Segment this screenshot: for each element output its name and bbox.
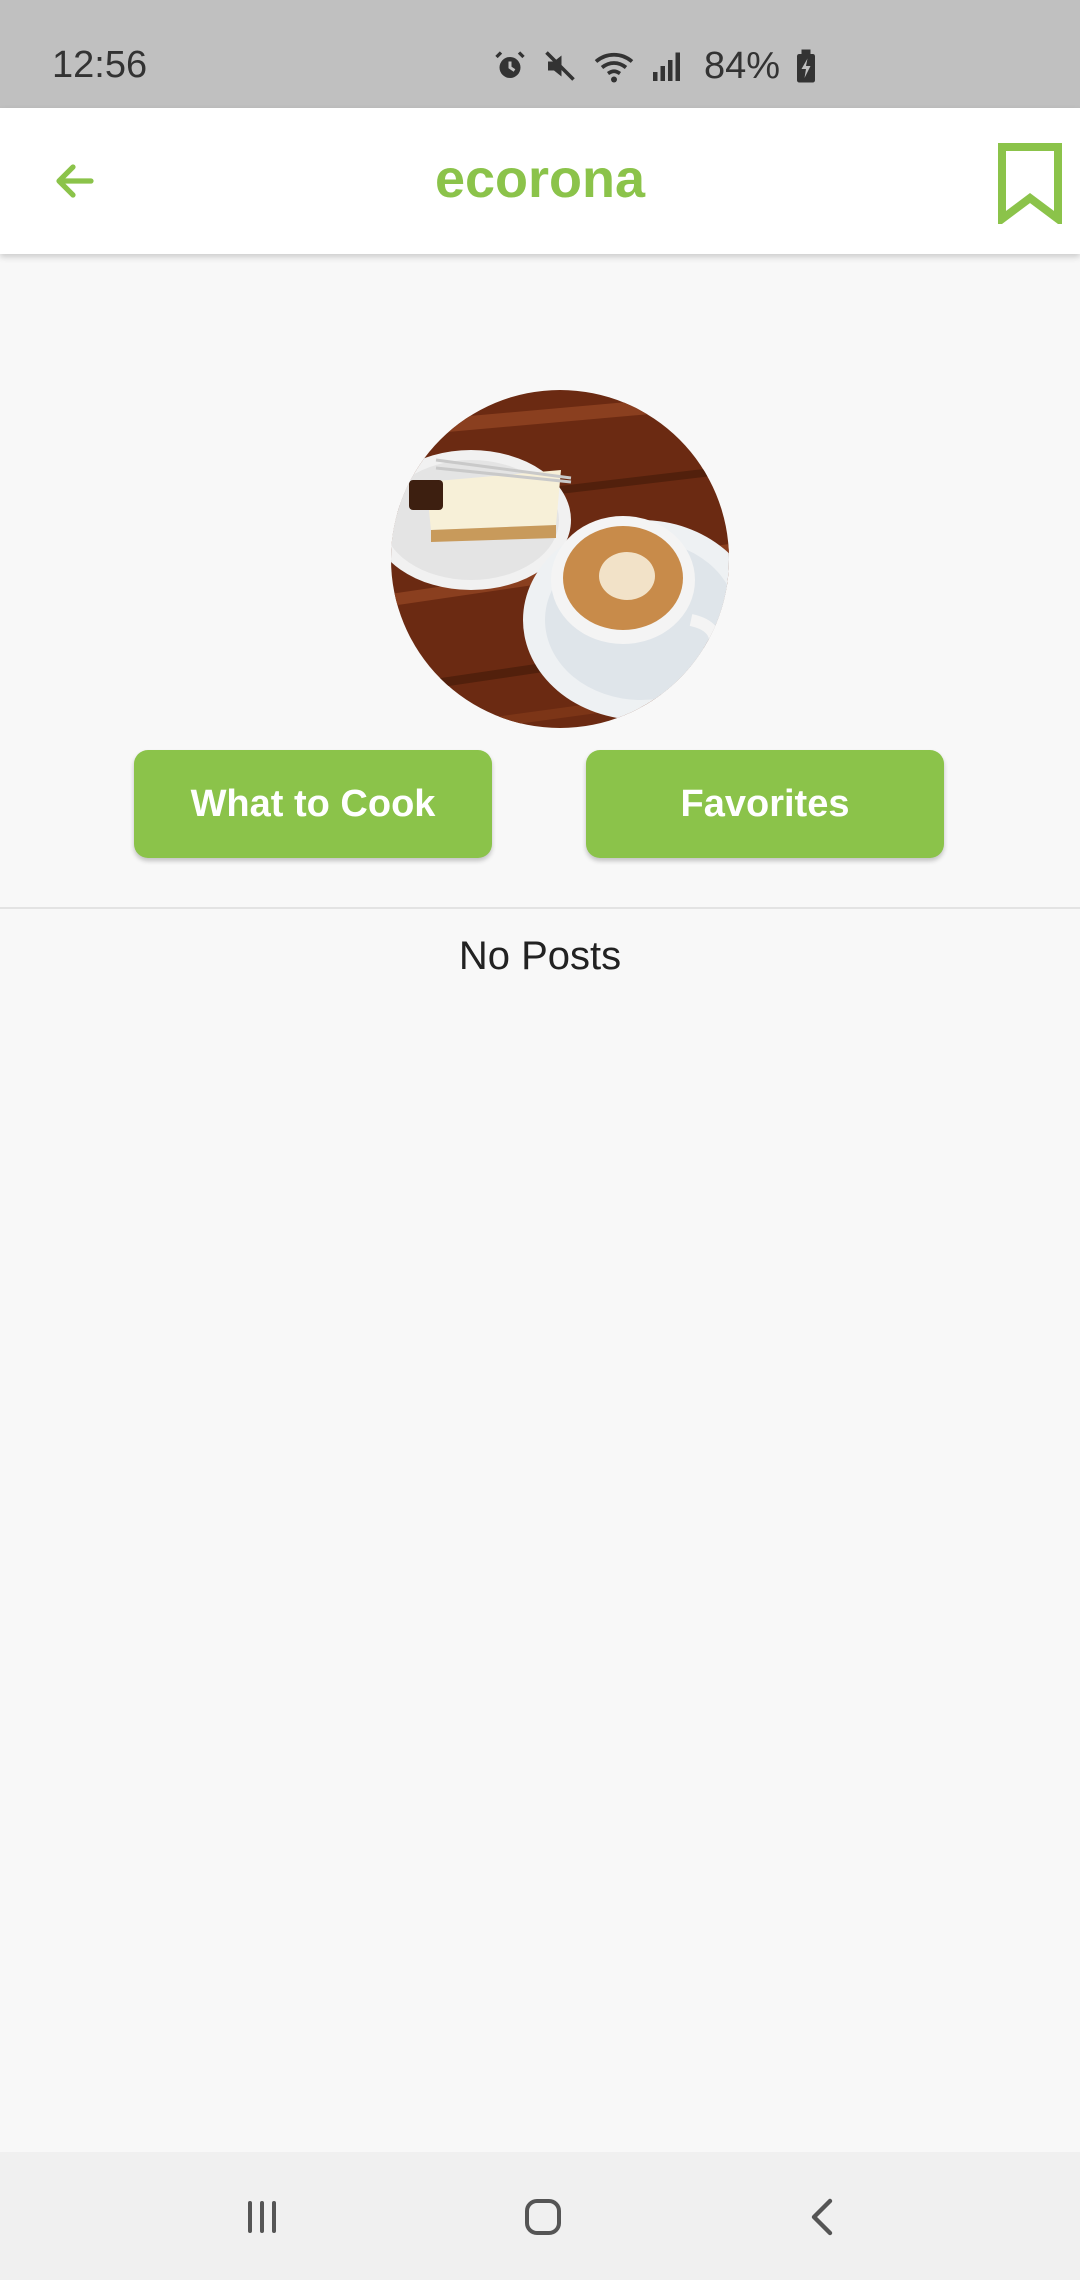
alarm-icon (495, 51, 525, 78)
status-bar: 12:56 84% (0, 0, 1080, 108)
status-icons: 84% (492, 44, 818, 88)
battery-percentage: 84% (704, 44, 781, 87)
recents-button[interactable] (222, 2182, 302, 2252)
divider (0, 907, 1080, 909)
cheesecake-coffee-image (391, 390, 729, 728)
wifi-icon (594, 52, 634, 83)
app-bar: ecorona (0, 108, 1080, 254)
profile-avatar (391, 390, 729, 728)
home-icon (525, 2199, 561, 2235)
what-to-cook-button[interactable]: What to Cook (134, 750, 492, 858)
system-back-button[interactable] (784, 2182, 864, 2252)
bookmark-icon (998, 143, 1062, 224)
favorites-button[interactable]: Favorites (586, 750, 944, 858)
mute-icon (545, 51, 575, 81)
signal-icon (653, 52, 680, 81)
bookmark-button[interactable] (990, 138, 1070, 228)
empty-posts-message: No Posts (458, 934, 622, 978)
system-nav-bar (0, 2152, 1080, 2280)
status-time: 12:56 (52, 44, 148, 86)
battery-charging-icon (797, 49, 816, 83)
home-button[interactable] (503, 2182, 583, 2252)
back-icon (811, 2198, 833, 2236)
recents-icon (248, 2201, 276, 2233)
app-title: ecorona (434, 149, 646, 209)
